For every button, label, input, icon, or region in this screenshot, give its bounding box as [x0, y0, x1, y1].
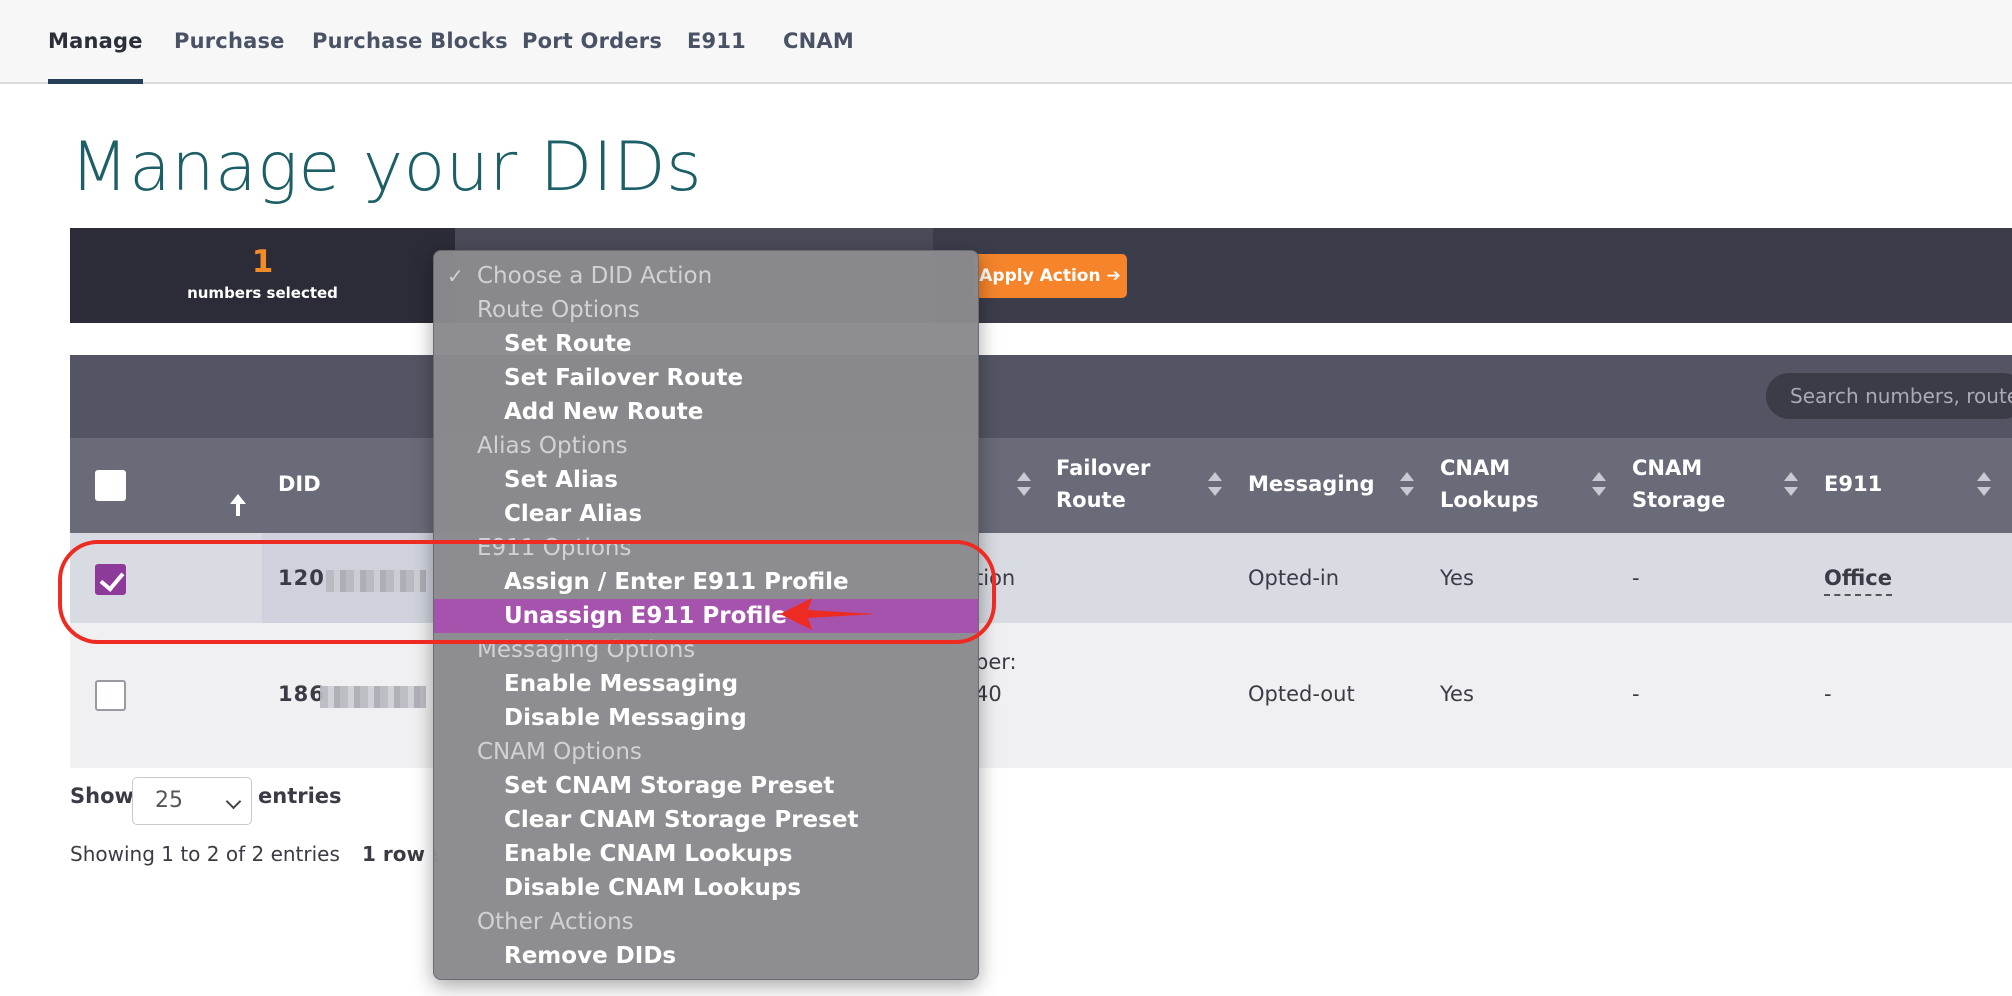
sort-ascending-icon[interactable]	[228, 494, 248, 518]
apply-action-button[interactable]: Apply Action ➔	[973, 254, 1127, 298]
cnam-storage-cell: -	[1632, 566, 1640, 590]
option-remove-dids[interactable]: Remove DIDs	[434, 939, 978, 973]
e911-cell: -	[1824, 682, 1832, 706]
cnam-storage-cell: -	[1632, 682, 1640, 706]
annotation-arrow-icon	[780, 598, 876, 630]
tab-cnam[interactable]: CNAM	[783, 0, 854, 82]
th-failover-route[interactable]: Failover Route	[1056, 452, 1186, 516]
e911-profile-link[interactable]: Office	[1824, 562, 1892, 596]
option-enable-messaging[interactable]: Enable Messaging	[434, 667, 978, 701]
tab-manage[interactable]: Manage	[48, 0, 143, 84]
th-messaging[interactable]: Messaging	[1248, 468, 1375, 500]
route-cell-line2: 40	[975, 682, 1002, 706]
selection-summary: 1 numbers selected	[70, 228, 455, 323]
group-other-actions: Other Actions	[477, 909, 634, 935]
sort-icon[interactable]	[1784, 472, 1798, 496]
option-clear-cnam-storage-preset[interactable]: Clear CNAM Storage Preset	[434, 803, 978, 837]
cnam-lookups-cell: Yes	[1440, 566, 1474, 590]
tab-port-orders[interactable]: Port Orders	[522, 0, 662, 82]
selected-label: numbers selected	[187, 284, 338, 302]
chevron-down-icon	[225, 793, 242, 810]
table-toolbar	[70, 355, 2012, 438]
redacted-number	[320, 686, 426, 708]
th-cnam-lookups[interactable]: CNAM Lookups	[1440, 452, 1550, 516]
group-cnam-options: CNAM Options	[477, 739, 642, 765]
row-checkbox[interactable]	[95, 680, 126, 711]
rows-selected-info: 1 row selected	[362, 842, 437, 866]
page-size-value: 25	[155, 788, 183, 813]
option-enable-cnam-lookups[interactable]: Enable CNAM Lookups	[434, 837, 978, 871]
option-clear-alias[interactable]: Clear Alias	[434, 497, 978, 531]
th-cnam-storage[interactable]: CNAM Storage	[1632, 452, 1742, 516]
group-alias-options: Alias Options	[477, 433, 628, 459]
top-nav: Manage Purchase Purchase Blocks Port Ord…	[0, 0, 2012, 84]
did-number: 186	[278, 682, 325, 706]
show-label: Show	[70, 784, 134, 808]
option-add-new-route[interactable]: Add New Route	[434, 395, 978, 429]
th-e911[interactable]: E911	[1824, 468, 1882, 500]
option-set-route[interactable]: Set Route	[434, 327, 978, 361]
search-input[interactable]: Search numbers, route	[1766, 373, 2012, 419]
sort-icon[interactable]	[1400, 472, 1414, 496]
messaging-cell: Opted-in	[1248, 566, 1340, 590]
tab-purchase-blocks[interactable]: Purchase Blocks	[312, 0, 508, 82]
select-all-checkbox[interactable]	[95, 470, 126, 501]
tab-purchase[interactable]: Purchase	[174, 0, 285, 82]
option-disable-messaging[interactable]: Disable Messaging	[434, 701, 978, 735]
tab-e911[interactable]: E911	[687, 0, 746, 82]
sort-icon[interactable]	[1208, 472, 1222, 496]
group-route-options: Route Options	[477, 297, 640, 323]
entries-label: entries	[258, 784, 342, 808]
option-disable-cnam-lookups[interactable]: Disable CNAM Lookups	[434, 871, 978, 905]
sort-icon[interactable]	[1592, 472, 1606, 496]
sort-icon[interactable]	[1977, 472, 1991, 496]
route-cell-line1: ber:	[975, 650, 1017, 674]
sort-icon[interactable]	[1017, 472, 1031, 496]
checkmark-icon: ✓	[447, 264, 464, 288]
messaging-cell: Opted-out	[1248, 682, 1355, 706]
page-title: Manage your DIDs	[70, 128, 703, 207]
option-set-failover-route[interactable]: Set Failover Route	[434, 361, 978, 395]
cnam-lookups-cell: Yes	[1440, 682, 1474, 706]
selected-count: 1	[251, 244, 274, 280]
page-size-select[interactable]: 25	[132, 777, 252, 825]
option-set-alias[interactable]: Set Alias	[434, 463, 978, 497]
th-did[interactable]: DID	[278, 468, 321, 500]
table-info: Showing 1 to 2 of 2 entries	[70, 842, 340, 866]
dropdown-placeholder[interactable]: ✓ Choose a DID Action	[434, 259, 978, 293]
option-set-cnam-storage-preset[interactable]: Set CNAM Storage Preset	[434, 769, 978, 803]
